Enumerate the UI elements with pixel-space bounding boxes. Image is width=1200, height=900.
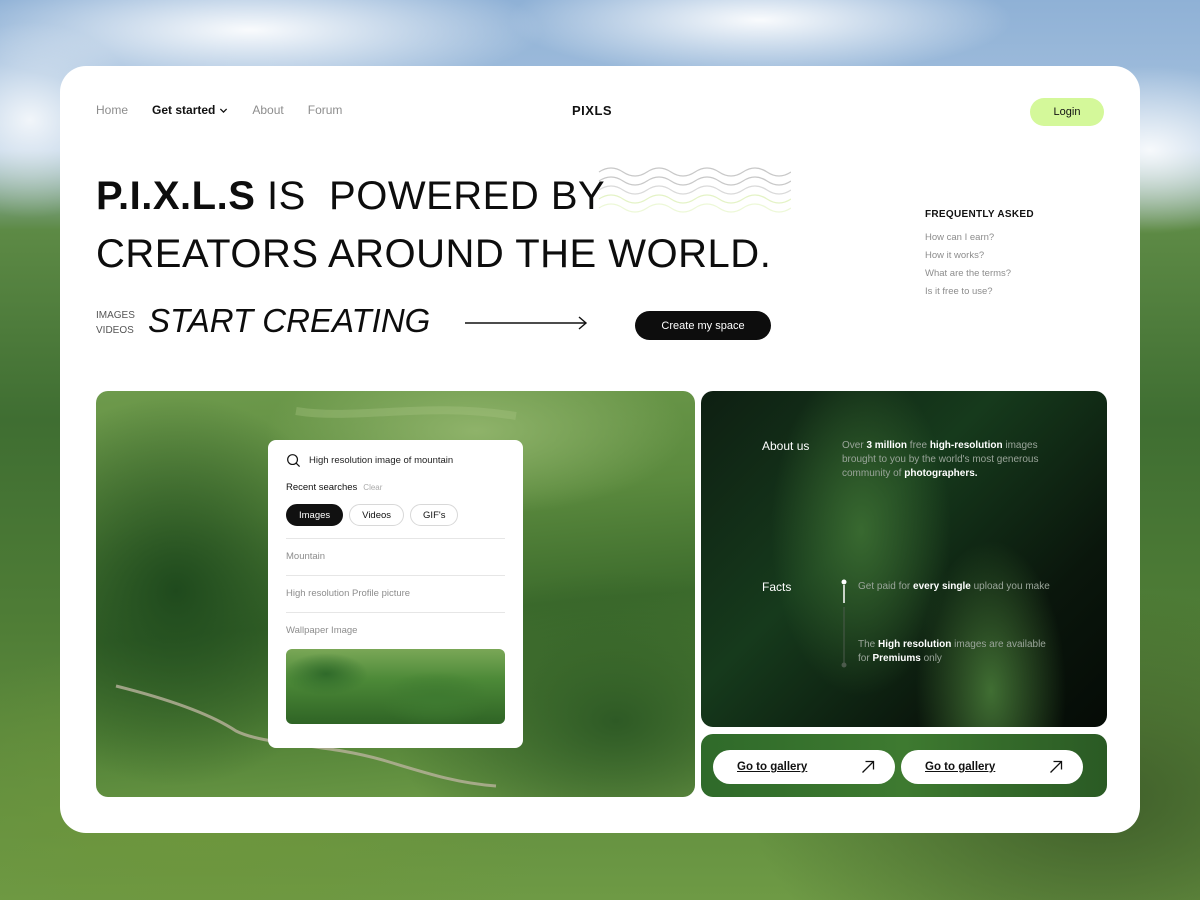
media-label-images: IMAGES (96, 310, 135, 321)
recent-searches-header: Recent searches Clear (286, 482, 505, 493)
faq-title: FREQUENTLY ASKED (925, 209, 1034, 220)
chevron-down-icon (220, 107, 228, 113)
faq-item[interactable]: How it works? (925, 250, 1034, 261)
about-facts-panel: About us Over 3 million free high-resolu… (701, 391, 1107, 727)
list-item[interactable]: Mountain (286, 538, 505, 575)
main-card: Home Get started About Forum PIXLS Login… (60, 66, 1140, 833)
gallery-strip: Go to gallery Go to gallery (701, 734, 1107, 797)
nav-get-started[interactable]: Get started (152, 103, 228, 117)
go-to-gallery-button[interactable]: Go to gallery (901, 750, 1083, 784)
start-creating-heading: START CREATING (148, 302, 431, 339)
go-to-gallery-label: Go to gallery (737, 761, 808, 773)
nav-forum[interactable]: Forum (308, 103, 343, 117)
media-type-labels: IMAGES VIDEOS (96, 308, 135, 338)
brand-logo[interactable]: PIXLS (572, 103, 612, 118)
search-input[interactable] (309, 454, 499, 466)
nav-home[interactable]: Home (96, 103, 128, 117)
hero-brand-text: P.I.X.L.S (96, 174, 256, 218)
login-button[interactable]: Login (1030, 98, 1104, 126)
faq-item[interactable]: How can I earn? (925, 232, 1034, 243)
faq-item[interactable]: What are the terms? (925, 268, 1034, 279)
list-item[interactable]: Wallpaper Image (286, 612, 505, 649)
faq-section: FREQUENTLY ASKED How can I earn? How it … (925, 209, 1034, 304)
hero-line-1-rest: IS POWERED BY (255, 174, 606, 218)
top-nav: Home Get started About Forum (96, 103, 342, 117)
wave-decoration-icon (598, 167, 791, 213)
fact-item: The High resolution images are available… (858, 639, 1046, 664)
fact-item: Get paid for every single upload you mak… (858, 581, 1050, 592)
facts-timeline-icon (841, 579, 847, 668)
search-popup: Recent searches Clear Images Videos GIF'… (268, 440, 523, 748)
nav-get-started-label: Get started (152, 103, 216, 117)
search-icon (287, 453, 301, 467)
arrow-right-icon (465, 316, 588, 330)
faq-item[interactable]: Is it free to use? (925, 286, 1034, 297)
recent-search-list: Mountain High resolution Profile picture… (286, 538, 505, 649)
recent-searches-title: Recent searches (286, 482, 358, 493)
chip-videos[interactable]: Videos (349, 504, 405, 526)
clear-recent-button[interactable]: Clear (363, 483, 382, 492)
facts-label: Facts (762, 580, 792, 594)
create-my-space-button[interactable]: Create my space (635, 311, 771, 340)
go-to-gallery-button[interactable]: Go to gallery (713, 750, 895, 784)
media-filter-chips: Images Videos GIF's (286, 504, 505, 526)
list-item[interactable]: High resolution Profile picture (286, 575, 505, 612)
hero-heading-line-1: P.I.X.L.S IS POWERED BY (96, 174, 605, 219)
wallpaper-thumbnail-image[interactable] (286, 649, 505, 724)
chip-images[interactable]: Images (286, 504, 344, 526)
media-label-videos: VIDEOS (96, 325, 134, 336)
about-us-label: About us (762, 439, 810, 453)
chip-gifs[interactable]: GIF's (410, 504, 459, 526)
go-to-gallery-label: Go to gallery (925, 761, 996, 773)
arrow-up-right-icon (1050, 760, 1063, 773)
hero-heading-line-2: CREATORS AROUND THE WORLD. (96, 232, 772, 276)
about-us-text: Over 3 million free high-resolution imag… (842, 440, 1039, 479)
arrow-up-right-icon (862, 760, 875, 773)
search-bar (286, 452, 505, 468)
nav-about[interactable]: About (252, 103, 283, 117)
